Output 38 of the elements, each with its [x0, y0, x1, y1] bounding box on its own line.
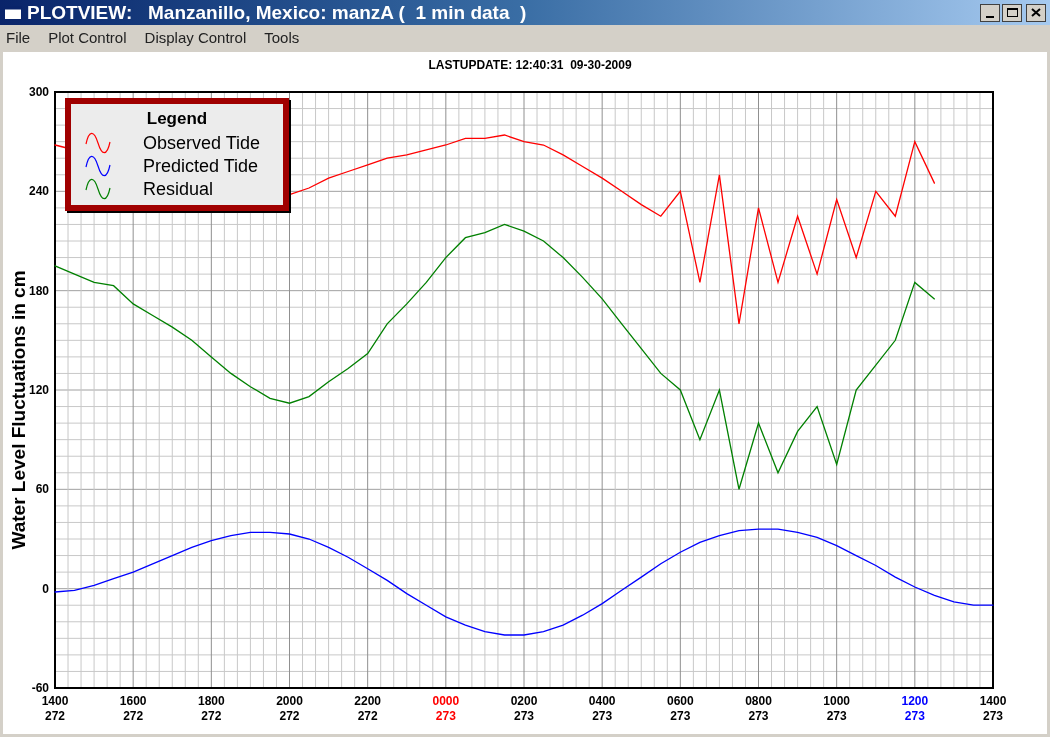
legend-label: Predicted Tide [143, 157, 259, 175]
close-button[interactable] [1026, 3, 1046, 22]
axis-tick-label: 0600 273 [667, 694, 694, 723]
menu-item[interactable]: Display Control [144, 27, 247, 50]
last-update-label: LASTUPDATE: 12:40:31 09-30-2009 [428, 57, 632, 74]
y-axis-label: Water Level Fluctuations in cm [8, 270, 29, 550]
axis-tick-label: 0 [42, 581, 49, 596]
axis-tick-label: 0000 273 [432, 694, 460, 723]
menu-item[interactable]: File [6, 27, 31, 50]
axis-tick-label: 1000 273 [823, 694, 850, 723]
legend-label: Observed Tide [143, 134, 261, 152]
axis-tick-label: 1600 272 [119, 694, 147, 723]
close-icon [1031, 8, 1041, 17]
axis-tick-label: 60 [35, 482, 49, 497]
axis-tick-label: 1400 273 [979, 694, 1007, 723]
axis-tick-label: 240 [28, 184, 49, 199]
axis-tick-label: 2000 272 [276, 694, 303, 723]
axis-tick-label: 120 [28, 383, 49, 397]
axis-tick-label: 180 [28, 283, 49, 298]
legend-title: Legend [146, 108, 208, 130]
axis-tick-label: 0200 273 [510, 694, 538, 723]
axis-tick-label: 2200 272 [354, 694, 381, 723]
window-title: PLOTVIEW: Manzanillo, Mexico: manzA ( 1 min data ) [27, 3, 527, 22]
maximize-button[interactable] [1002, 3, 1022, 22]
axis-tick-label: 1200 273 [901, 694, 929, 723]
minimize-icon [986, 15, 994, 18]
axis-tick-label: 300 [28, 85, 49, 99]
menu-item[interactable]: Plot Control [48, 27, 127, 50]
legend-label: Residual [143, 180, 214, 198]
axis-tick-label: 0400 273 [588, 694, 616, 723]
maximize-icon [1006, 8, 1018, 17]
axis-tick-label: 1400 272 [41, 694, 69, 723]
axis-tick-label: 0800 273 [745, 694, 772, 723]
axis-tick-label: 1800 272 [198, 694, 225, 723]
menu-item[interactable]: Tools [264, 27, 300, 50]
window-icon [4, 5, 22, 20]
axis-tick-label: -60 [31, 681, 49, 695]
minimize-button[interactable] [980, 3, 1000, 22]
